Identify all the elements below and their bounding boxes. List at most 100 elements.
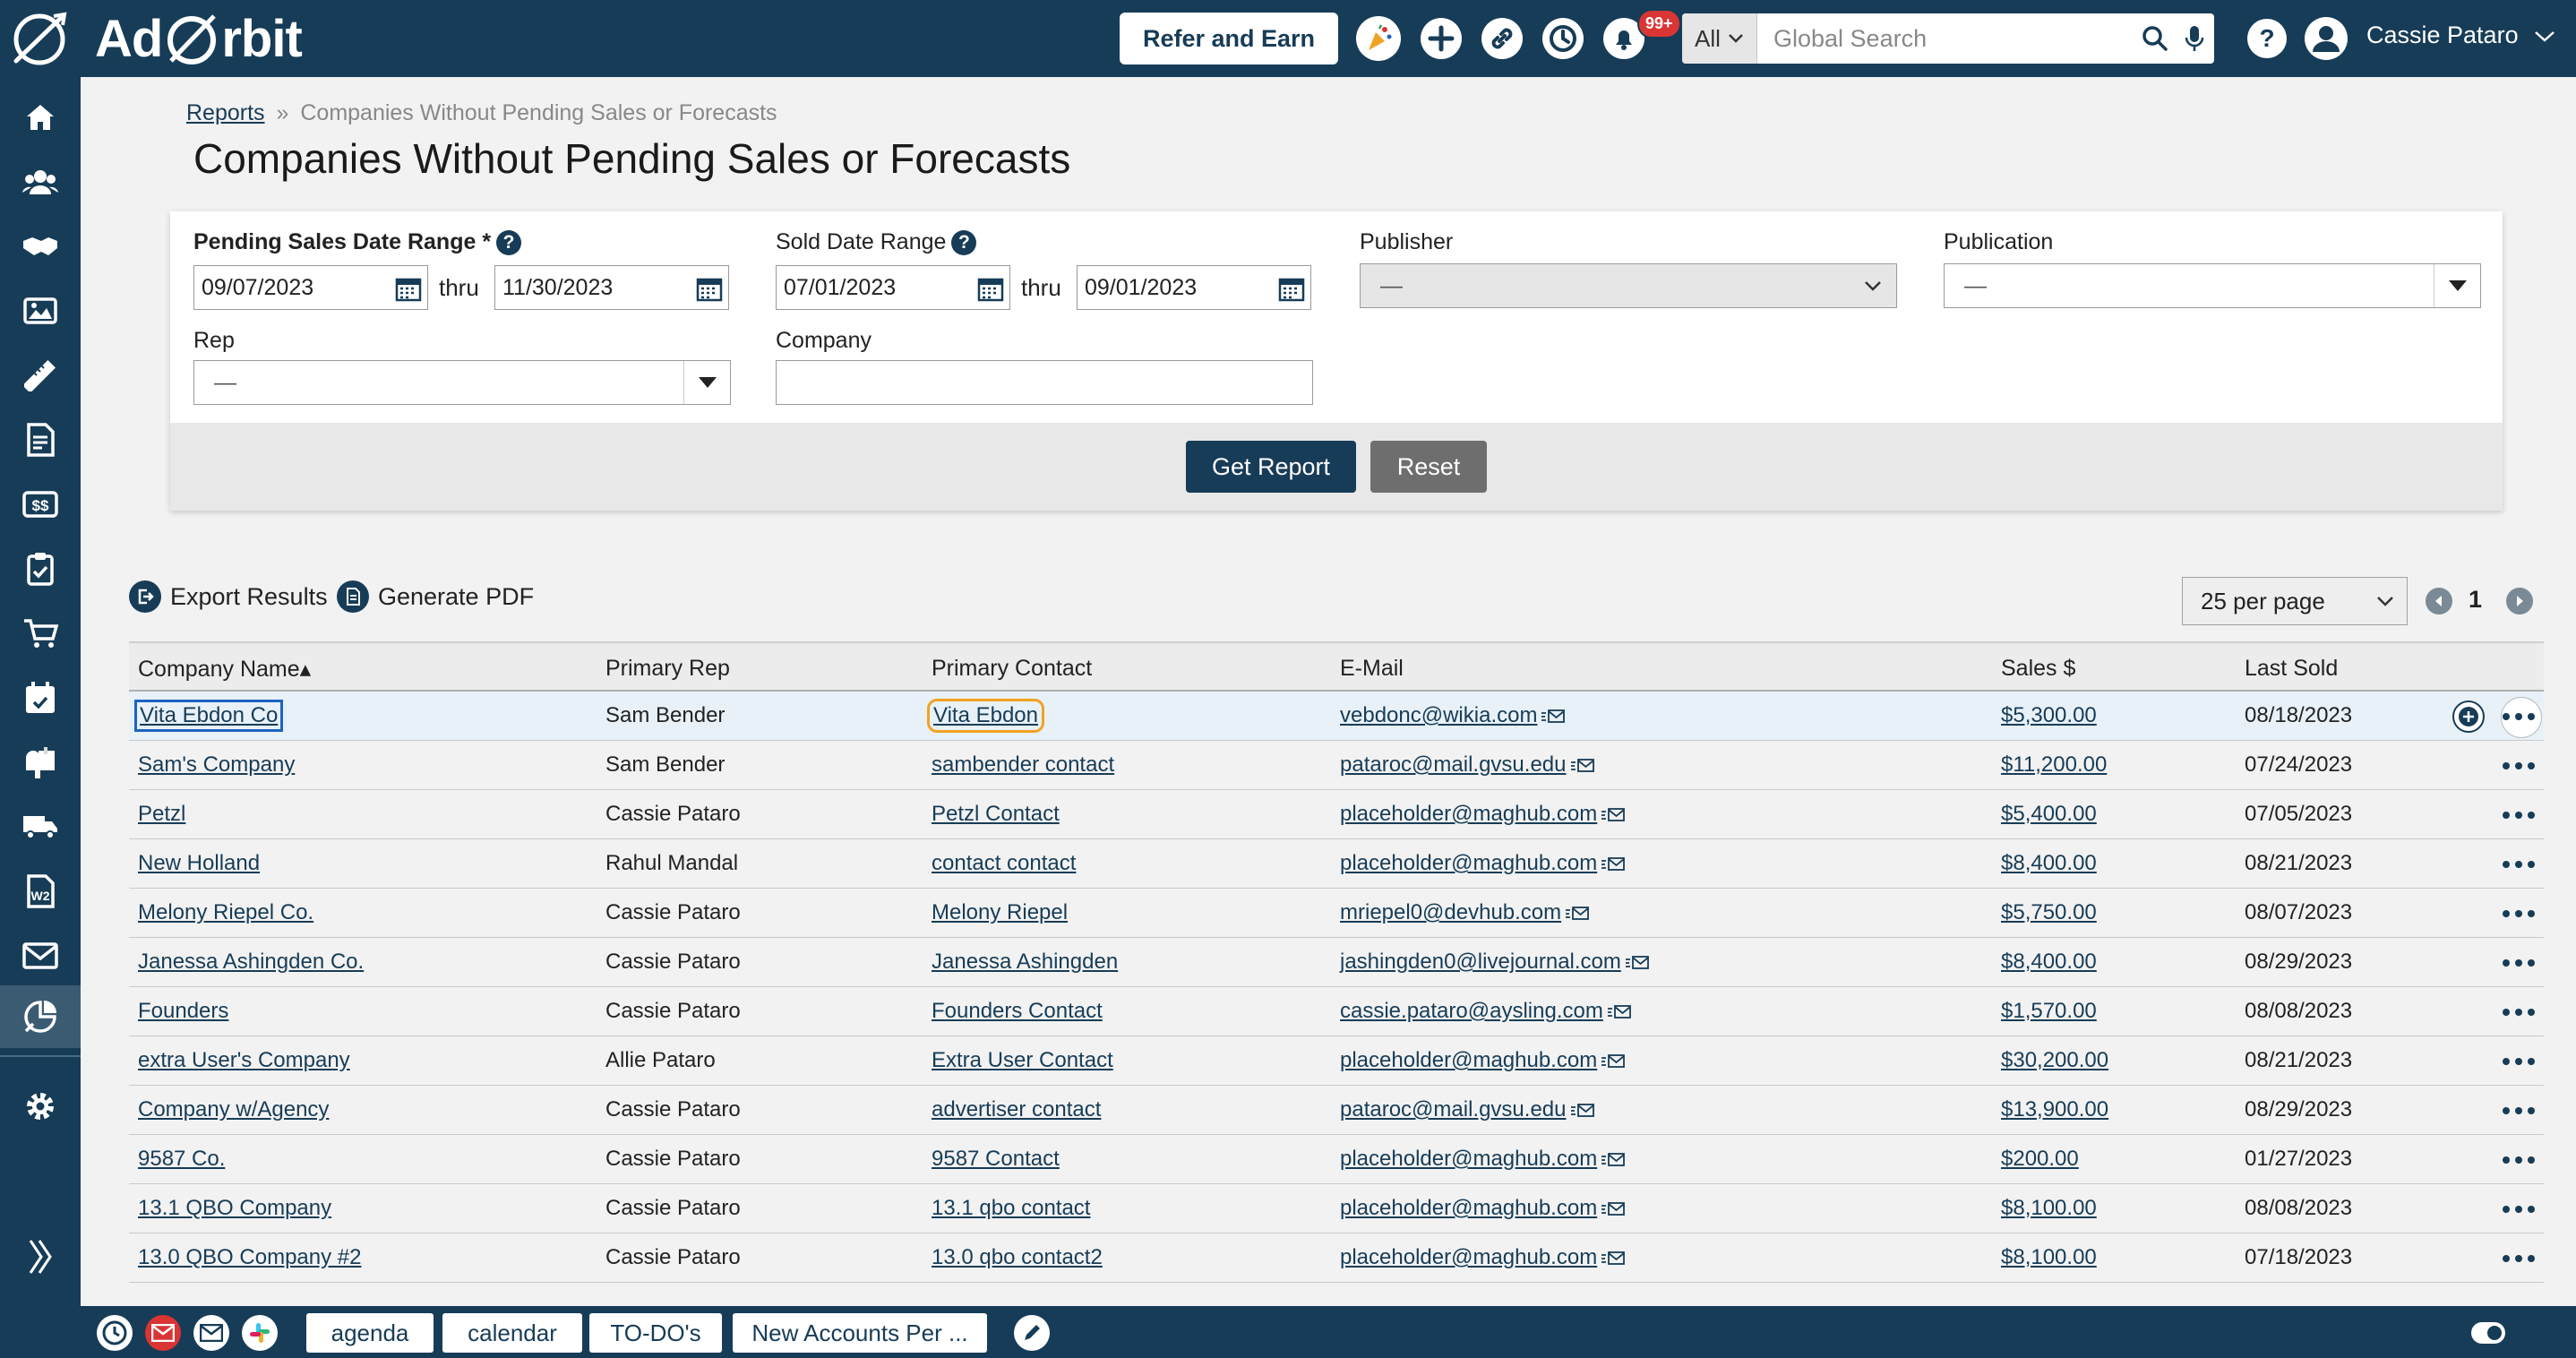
contacts-icon[interactable]	[0, 150, 81, 213]
add-row-icon[interactable]	[2452, 700, 2485, 733]
refer-and-earn-button[interactable]: Refer and Earn	[1120, 13, 1338, 64]
sales-amount-link[interactable]: $5,300.00	[2001, 703, 2097, 728]
pending-from-date-input[interactable]: 09/07/2023	[193, 265, 428, 310]
company-name-link[interactable]: 13.0 QBO Company #2	[138, 1245, 361, 1270]
calendar-icon[interactable]	[696, 275, 723, 302]
more-options-icon[interactable]	[2499, 711, 2538, 722]
sales-amount-link[interactable]: $1,570.00	[2001, 999, 2097, 1024]
send-email-icon[interactable]	[1601, 1152, 1626, 1168]
calendar-icon[interactable]	[977, 275, 1004, 302]
company-name-link[interactable]: New Holland	[138, 851, 260, 876]
calendar-icon[interactable]	[395, 275, 422, 302]
column-header-last-sold[interactable]: Last Sold	[2245, 656, 2338, 682]
billing-icon[interactable]: $$	[0, 473, 81, 536]
sales-amount-link[interactable]: $8,400.00	[2001, 950, 2097, 975]
breadcrumb-reports-link[interactable]: Reports	[186, 100, 265, 125]
email-link[interactable]: placeholder@maghub.com	[1340, 1196, 1626, 1221]
slack-icon[interactable]	[242, 1315, 278, 1351]
toggle-switch-icon[interactable]	[2470, 1315, 2506, 1351]
help-icon[interactable]: ?	[496, 230, 522, 256]
email-link[interactable]: placeholder@maghub.com	[1340, 1147, 1626, 1172]
column-header-primary-rep[interactable]: Primary Rep	[605, 656, 730, 682]
send-email-icon[interactable]	[1570, 758, 1595, 774]
send-email-icon[interactable]	[1625, 955, 1650, 971]
company-name-link[interactable]: Vita Ebdon Co	[133, 700, 284, 732]
email-link[interactable]: vebdonc@wikia.com	[1340, 703, 1566, 728]
primary-contact-link[interactable]: Melony Riepel	[932, 900, 1068, 925]
company-name-link[interactable]: Janessa Ashingden Co.	[138, 950, 364, 975]
send-email-icon[interactable]	[1601, 1251, 1626, 1267]
publication-select[interactable]: —	[1944, 263, 2481, 308]
history-icon[interactable]	[1539, 14, 1587, 63]
more-options-icon[interactable]	[2499, 810, 2538, 821]
image-gallery-icon[interactable]	[0, 279, 81, 342]
party-icon[interactable]	[1356, 16, 1401, 61]
email-link[interactable]: placeholder@maghub.com	[1340, 851, 1626, 876]
send-email-icon[interactable]	[1541, 709, 1566, 725]
email-link[interactable]: pataroc@mail.gvsu.edu	[1340, 752, 1595, 778]
more-options-icon[interactable]	[2499, 859, 2538, 870]
primary-contact-link[interactable]: 13.1 qbo contact	[932, 1196, 1090, 1221]
sold-from-date-input[interactable]: 07/01/2023	[776, 265, 1010, 310]
delivery-truck-icon[interactable]	[0, 795, 81, 858]
company-input[interactable]	[776, 360, 1313, 405]
sales-amount-link[interactable]: $11,200.00	[2001, 752, 2107, 778]
sales-amount-link[interactable]: $5,750.00	[2001, 900, 2097, 925]
send-email-icon[interactable]	[1601, 856, 1626, 872]
primary-contact-link[interactable]: sambender contact	[932, 752, 1114, 778]
primary-contact-link[interactable]: 13.0 qbo contact2	[932, 1245, 1103, 1270]
add-icon[interactable]	[1417, 14, 1465, 63]
column-header-sales[interactable]: Sales $	[2001, 656, 2075, 682]
cart-icon[interactable]	[0, 602, 81, 665]
sales-amount-link[interactable]: $200.00	[2001, 1147, 2079, 1172]
primary-contact-link[interactable]: contact contact	[932, 851, 1076, 876]
taskbar-tab-calendar[interactable]: calendar	[442, 1313, 582, 1353]
sold-to-date-input[interactable]: 09/01/2023	[1077, 265, 1311, 310]
edit-pencil-icon[interactable]	[1014, 1315, 1050, 1351]
email-icon[interactable]	[193, 1315, 229, 1351]
more-options-icon[interactable]	[2499, 1155, 2538, 1165]
column-header-company-name[interactable]: Company Name▴	[138, 656, 311, 683]
sales-amount-link[interactable]: $8,100.00	[2001, 1196, 2097, 1221]
email-link[interactable]: cassie.pataro@aysling.com	[1340, 999, 1632, 1024]
help-icon[interactable]: ?	[951, 230, 977, 256]
generate-pdf-button[interactable]: Generate PDF	[337, 580, 534, 613]
email-link[interactable]: jashingden0@livejournal.com	[1340, 950, 1650, 975]
previous-page-icon[interactable]	[2426, 588, 2452, 615]
ruler-icon[interactable]	[0, 344, 81, 407]
reports-icon[interactable]	[0, 985, 81, 1048]
company-name-link[interactable]: extra User's Company	[138, 1048, 350, 1073]
send-email-icon[interactable]	[1570, 1103, 1595, 1119]
primary-contact-link[interactable]: Petzl Contact	[932, 802, 1060, 827]
send-email-icon[interactable]	[1565, 906, 1590, 922]
company-name-link[interactable]: Company w/Agency	[138, 1097, 329, 1122]
email-icon[interactable]	[0, 924, 81, 987]
sales-amount-link[interactable]: $5,400.00	[2001, 802, 2097, 827]
company-name-link[interactable]: Petzl	[138, 802, 185, 827]
handshake-icon[interactable]	[0, 215, 81, 278]
more-options-icon[interactable]	[2499, 958, 2538, 968]
settings-gear-icon[interactable]	[0, 1075, 81, 1138]
export-results-button[interactable]: Export Results	[129, 580, 328, 613]
publisher-select[interactable]: —	[1360, 263, 1897, 308]
company-name-link[interactable]: Melony Riepel Co.	[138, 900, 313, 925]
adorbit-logo-text[interactable]: Ad rbit	[95, 5, 303, 72]
taskbar-tab-todos[interactable]: TO-DO's	[589, 1313, 722, 1353]
company-name-link[interactable]: 13.1 QBO Company	[138, 1196, 331, 1221]
get-report-button[interactable]: Get Report	[1186, 441, 1356, 493]
more-options-icon[interactable]	[2499, 908, 2538, 919]
taskbar-tab-new-accounts[interactable]: New Accounts Per ...	[733, 1313, 987, 1353]
more-options-icon[interactable]	[2499, 761, 2538, 771]
primary-contact-link[interactable]: Vita Ebdon	[927, 699, 1044, 733]
link-icon[interactable]	[1478, 14, 1526, 63]
mailbox-icon[interactable]	[0, 731, 81, 794]
primary-contact-link[interactable]: advertiser contact	[932, 1097, 1101, 1122]
more-options-icon[interactable]	[2499, 1007, 2538, 1018]
send-email-icon[interactable]	[1601, 1201, 1626, 1217]
help-icon[interactable]: ?	[2243, 14, 2291, 63]
expand-sidebar-icon[interactable]	[0, 1225, 81, 1288]
search-scope-select[interactable]: All	[1682, 13, 1757, 64]
send-email-icon[interactable]	[1601, 1053, 1626, 1070]
adorbit-logo-icon[interactable]	[7, 9, 72, 68]
per-page-select[interactable]: 25 per page	[2182, 577, 2408, 625]
